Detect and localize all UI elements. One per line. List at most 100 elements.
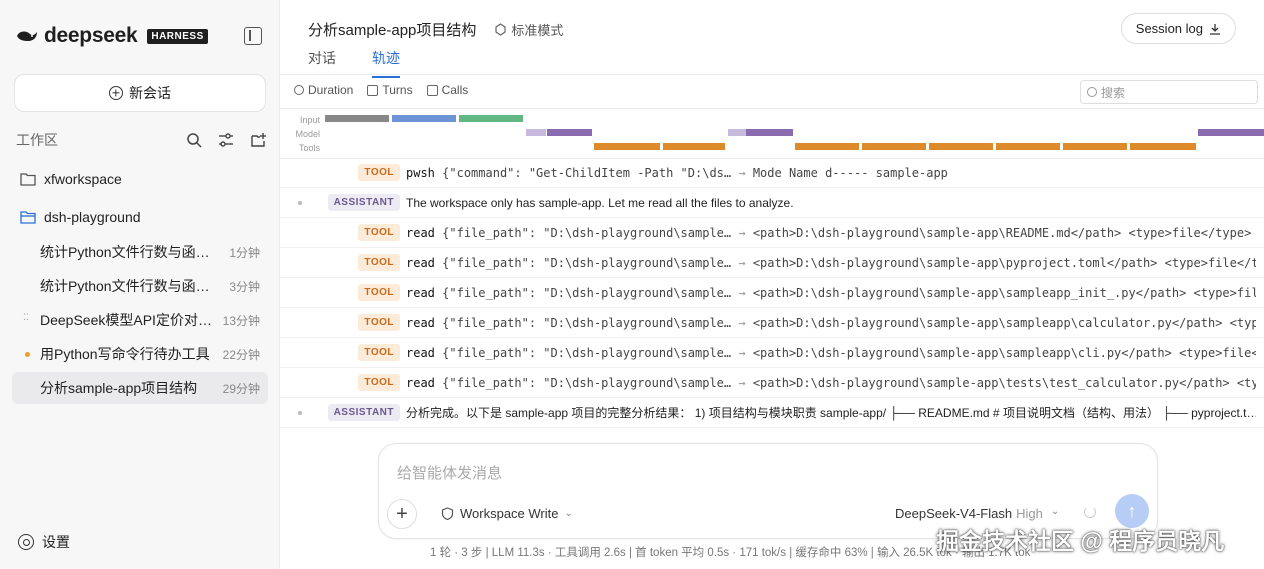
tool-name: read	[406, 345, 435, 360]
chat-title: DeepSeek模型API定价对比...	[40, 312, 217, 328]
mode-icon	[495, 23, 506, 36]
trace-search-input[interactable]: 搜索	[1080, 80, 1258, 104]
trace-row[interactable]: TOOL read {"file_path": "D:\dsh-playgrou…	[280, 368, 1264, 398]
chat-title: 分析sample-app项目结构	[40, 380, 198, 396]
loading-dots-icon: ⁚⁚	[23, 312, 29, 322]
app: deepseek HARNESS 新会话 工作区 xfworkspace dsh…	[0, 0, 1264, 569]
chat-item[interactable]: 统计Python文件行数与函数数 1分钟	[12, 236, 268, 268]
duration-toggle[interactable]: Duration	[294, 83, 353, 97]
trace-row[interactable]: TOOL read {"file_path": "D:\dsh-playgrou…	[280, 308, 1264, 338]
tool-tag: TOOL	[358, 164, 400, 181]
square-icon	[367, 84, 379, 96]
plus-icon: +	[396, 502, 408, 525]
add-attachment-button[interactable]: +	[387, 499, 417, 529]
folder-label: xfworkspace	[44, 171, 122, 187]
chat-title: 统计Python文件行数与函数数	[40, 278, 224, 294]
chat-time: 3分钟	[229, 279, 260, 294]
timeline-bar-tools[interactable]	[996, 143, 1060, 150]
message-input[interactable]: 给智能体发消息	[397, 462, 502, 483]
timeline-bar-model[interactable]	[728, 129, 746, 136]
folder-xfworkspace[interactable]: xfworkspace	[20, 171, 122, 187]
session-log-button[interactable]: Session log	[1120, 13, 1236, 44]
timeline-bar-model[interactable]	[526, 129, 546, 136]
trace-row[interactable]: ASSISTANT 分析完成。以下是 sample-app 项目的完整分析结果：…	[280, 398, 1264, 428]
tool-tag: TOOL	[358, 284, 400, 301]
mode-label: 标准模式	[511, 23, 564, 38]
arrow-icon: →	[738, 165, 746, 180]
chat-time: 29分钟	[222, 381, 260, 396]
trace-row[interactable]: ASSISTANT The workspace only has sample-…	[280, 188, 1264, 218]
timeline-bar-input[interactable]	[459, 115, 523, 122]
chat-item[interactable]: ⁚⁚ DeepSeek模型API定价对比... 13分钟	[12, 304, 268, 336]
chat-time: 22分钟	[222, 347, 260, 362]
timeline-bar-model[interactable]	[1198, 129, 1264, 136]
search-icon	[1087, 87, 1097, 97]
tool-result: <path>D:\dsh-playground\sample-app\sampl…	[752, 285, 1256, 300]
timeline-bar-model[interactable]	[547, 129, 592, 136]
trace-row[interactable]: TOOL read {"file_path": "D:\dsh-playgrou…	[280, 218, 1264, 248]
timeline-bar-tools[interactable]	[795, 143, 859, 150]
chat-item[interactable]: 用Python写命令行待办工具 22分钟	[12, 338, 268, 370]
brand-badge: HARNESS	[147, 28, 208, 44]
timeline-bar-input[interactable]	[325, 115, 389, 122]
tool-args: {"file_path": "D:\dsh-playground\sample…	[442, 315, 732, 330]
trace-row[interactable]: TOOL read {"file_path": "D:\dsh-playgrou…	[280, 278, 1264, 308]
calls-toggle[interactable]: Calls	[426, 83, 468, 97]
chat-title: 用Python写命令行待办工具	[40, 346, 210, 362]
arrow-icon: →	[738, 375, 746, 390]
arrow-icon: →	[738, 255, 746, 270]
timeline-bar-tools[interactable]	[929, 143, 993, 150]
sidebar-toggle-icon[interactable]	[244, 27, 262, 45]
new-chat-button[interactable]: 新会话	[14, 74, 266, 112]
trace-row[interactable]: TOOL pwsh {"command": "Get-ChildItem -Pa…	[280, 158, 1264, 188]
assistant-tag: ASSISTANT	[327, 194, 400, 211]
sidebar: deepseek HARNESS 新会话 工作区 xfworkspace dsh…	[0, 0, 280, 569]
assistant-tag: ASSISTANT	[327, 404, 400, 421]
permission-dropdown[interactable]: Workspace Write ⌄	[441, 506, 573, 521]
tool-args: {"file_path": "D:\dsh-playground\sample…	[442, 255, 732, 270]
folder-dsh-playground[interactable]: dsh-playground	[20, 209, 141, 225]
effort-level: High	[1016, 506, 1043, 521]
model-name: DeepSeek-V4-Flash	[895, 506, 1013, 521]
unread-dot-icon	[25, 352, 30, 357]
turns-toggle[interactable]: Turns	[367, 83, 413, 97]
tool-args: {"file_path": "D:\dsh-playground\sample…	[442, 375, 732, 390]
arrow-icon: →	[738, 345, 746, 360]
timeline-bar-model[interactable]	[746, 129, 793, 136]
trace-row[interactable]: TOOL read {"file_path": "D:\dsh-playgrou…	[280, 248, 1264, 278]
row-body: read {"file_path": "D:\dsh-playground\sa…	[406, 316, 1256, 330]
lane-label-model: Model	[295, 129, 320, 139]
arrow-up-icon: ↑	[1127, 500, 1137, 521]
timeline-bar-tools[interactable]	[1063, 143, 1127, 150]
chat-item-active[interactable]: 分析sample-app项目结构 29分钟	[12, 372, 268, 404]
turns-label: Turns	[382, 83, 413, 97]
chevron-down-icon: ⌄	[564, 508, 573, 519]
chat-item[interactable]: 统计Python文件行数与函数数 3分钟	[12, 270, 268, 302]
model-dropdown[interactable]: DeepSeek-V4-Flash High ⌄	[895, 506, 1059, 521]
timeline-bar-tools[interactable]	[663, 143, 725, 150]
deepseek-whale-icon	[17, 31, 37, 41]
timeline-bar-tools[interactable]	[862, 143, 926, 150]
session-log-label: Session log	[1135, 21, 1203, 36]
shield-icon	[441, 507, 454, 520]
lane-label-tools: Tools	[298, 143, 320, 153]
timeline-bar-tools[interactable]	[594, 143, 660, 150]
filter-sliders-icon[interactable]	[218, 132, 234, 148]
add-folder-icon[interactable]	[250, 132, 266, 148]
mode-indicator[interactable]: 标准模式	[494, 20, 563, 39]
lane-label-input: Input	[299, 115, 320, 125]
settings-button[interactable]: 设置	[18, 532, 70, 552]
timeline-bar-tools[interactable]	[1130, 143, 1196, 150]
brand-name: deepseek	[44, 24, 138, 47]
row-body: 分析完成。以下是 sample-app 项目的完整分析结果： 1) 项目结构与模…	[406, 406, 1256, 420]
row-body: read {"file_path": "D:\dsh-playground\sa…	[406, 226, 1256, 240]
row-body: read {"file_path": "D:\dsh-playground\sa…	[406, 346, 1256, 360]
trace-row[interactable]: TOOL read {"file_path": "D:\dsh-playgrou…	[280, 338, 1264, 368]
search-icon[interactable]	[186, 132, 202, 148]
timeline-bar-input[interactable]	[392, 115, 456, 122]
workspace-label: 工作区	[16, 132, 58, 148]
tool-result: <path>D:\dsh-playground\sample-app\sampl…	[752, 315, 1256, 330]
tool-args: {"file_path": "D:\dsh-playground\sample…	[442, 225, 732, 240]
chat-time: 13分钟	[222, 313, 260, 328]
plus-circle-icon	[109, 86, 123, 100]
